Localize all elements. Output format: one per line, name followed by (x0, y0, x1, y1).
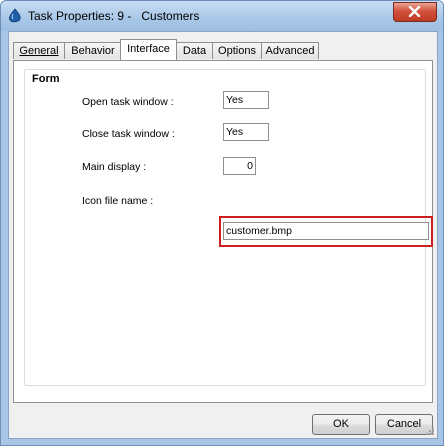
close-task-window-label: Close task window : (82, 128, 175, 140)
main-display-field[interactable]: 0 (223, 157, 256, 175)
ok-button[interactable]: OK (312, 414, 370, 435)
tab-general[interactable]: General (13, 42, 65, 59)
tab-general-label: General (19, 45, 59, 57)
tab-advanced-label: Advanced (265, 45, 315, 57)
app-drop-icon (7, 8, 23, 24)
tab-interface-label: Interface (127, 43, 170, 55)
open-task-window-label: Open task window : (82, 96, 174, 108)
window-title: Task Properties: 9 - Customers (28, 9, 200, 23)
icon-file-name-label: Icon file name : (82, 195, 154, 207)
form-group: Form Open task window : Yes Close task w… (24, 69, 433, 386)
title-bar[interactable]: Task Properties: 9 - Customers (1, 1, 443, 31)
icon-file-name-field[interactable]: customer.bmp (223, 222, 429, 240)
interface-tab-panel: Form Open task window : Yes Close task w… (13, 60, 433, 403)
close-button[interactable] (393, 2, 437, 22)
tab-interface[interactable]: Interface (120, 39, 177, 60)
tab-options[interactable]: Options (212, 42, 262, 59)
tab-advanced[interactable]: Advanced (261, 42, 319, 59)
main-display-label: Main display : (82, 161, 147, 173)
dialog-body: General Behavior Interface Data Options … (8, 31, 438, 439)
tab-behavior[interactable]: Behavior (64, 42, 122, 59)
tab-data-label: Data (182, 45, 207, 57)
resize-grip-icon[interactable] (425, 426, 435, 436)
close-task-window-field[interactable]: Yes (223, 123, 269, 141)
close-icon (408, 6, 421, 17)
tab-data[interactable]: Data (176, 42, 213, 59)
tab-behavior-label: Behavior (71, 45, 115, 57)
form-group-title: Form (32, 73, 60, 85)
open-task-window-field[interactable]: Yes (223, 91, 269, 109)
dialog-window: Task Properties: 9 - Customers General B… (0, 0, 444, 446)
tab-options-label: Options (218, 45, 256, 57)
